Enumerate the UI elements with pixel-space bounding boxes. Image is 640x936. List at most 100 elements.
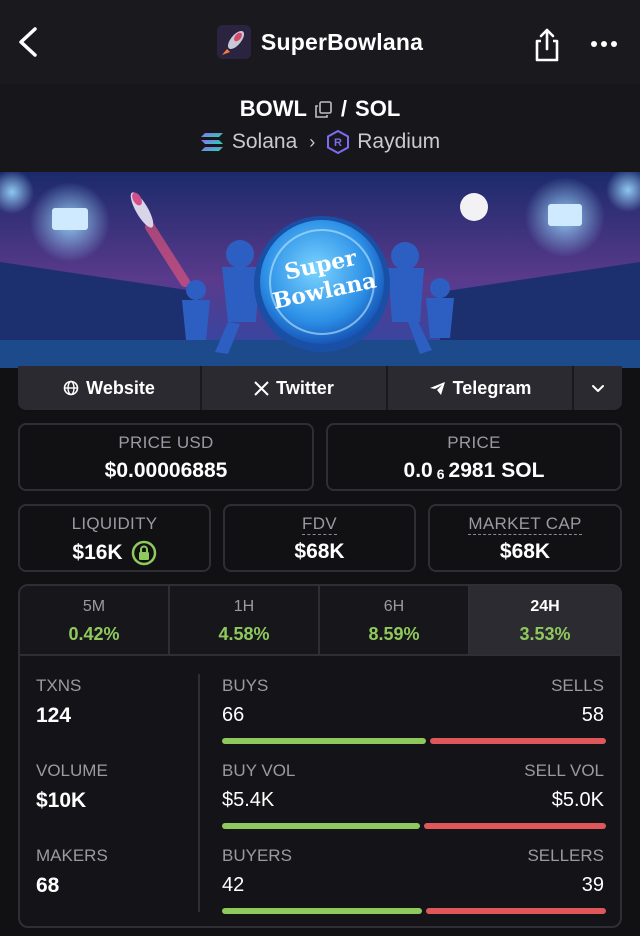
fdv-value: $68K xyxy=(294,540,345,563)
share-icon xyxy=(535,28,559,62)
liquidity-row: $16K xyxy=(20,540,209,566)
volume-row: VOLUME $10K BUY VOL $5.4K SELL VOL $5.0K xyxy=(20,761,620,841)
liquidity-value: $16K xyxy=(72,541,123,564)
chevron-down-icon xyxy=(592,384,604,392)
lock-icon[interactable] xyxy=(131,540,157,566)
sellers-value: 39 xyxy=(581,874,604,896)
tab-change: 4.58% xyxy=(218,624,270,644)
token-title: SuperBowlana xyxy=(216,25,424,59)
buys-value: 66 xyxy=(222,704,245,726)
raydium-icon: R xyxy=(327,130,350,154)
tab-label: 5M xyxy=(82,598,106,615)
chevron-left-icon xyxy=(19,27,37,57)
liquidity-label: LIQUIDITY xyxy=(71,514,158,533)
svg-text:R: R xyxy=(334,137,342,149)
sellers-bar xyxy=(426,908,606,914)
buy-vol-label: BUY VOL xyxy=(222,761,296,780)
fdv-label[interactable]: FDV xyxy=(302,514,337,535)
market-cap-card: MARKET CAP $68K xyxy=(428,504,622,572)
price-usd-value: $0.00006885 xyxy=(104,459,228,482)
dex-link[interactable]: Raydium xyxy=(357,130,440,154)
makers-value: 68 xyxy=(36,874,60,897)
fdv-card: FDV $68K xyxy=(223,504,416,572)
top-nav: SuperBowlana xyxy=(0,0,640,84)
back-button[interactable] xyxy=(8,22,48,62)
share-button[interactable] xyxy=(530,26,564,64)
more-button[interactable] xyxy=(586,32,622,56)
tab-change: 3.53% xyxy=(519,624,571,644)
tab-5m[interactable]: 5M 0.42% xyxy=(20,586,170,654)
telegram-icon xyxy=(429,381,445,395)
fdv-label-wrap: FDV xyxy=(225,514,414,535)
website-label: Website xyxy=(86,377,155,398)
sells-bar xyxy=(430,738,606,744)
base-symbol: BOWL xyxy=(239,96,307,121)
tab-label: 6H xyxy=(383,598,405,615)
telegram-link[interactable]: Telegram xyxy=(388,366,574,410)
quote-symbol: SOL xyxy=(355,96,401,121)
sells-label: SELLS xyxy=(551,676,604,695)
makers-row: MAKERS 68 BUYERS 42 SELLERS 39 xyxy=(20,846,620,926)
globe-icon xyxy=(63,380,79,396)
chain-link[interactable]: Solana xyxy=(232,130,297,154)
tab-6h[interactable]: 6H 8.59% xyxy=(320,586,470,654)
sellers-label: SELLERS xyxy=(527,846,604,865)
liquidity-card: LIQUIDITY $16K xyxy=(18,504,211,572)
more-dots-icon xyxy=(591,41,617,47)
social-links: Website Twitter Telegram xyxy=(18,366,622,410)
txns-value: 124 xyxy=(36,704,72,727)
buys-bar xyxy=(222,738,426,744)
x-logo-icon xyxy=(254,380,269,396)
tab-24h[interactable]: 24H 3.53% xyxy=(470,586,620,654)
market-cap-value: $68K xyxy=(499,540,551,563)
token-name: SuperBowlana xyxy=(260,28,424,55)
tab-1h[interactable]: 1H 4.58% xyxy=(170,586,320,654)
sell-vol-value: $5.0K xyxy=(551,789,604,811)
buys-label: BUYS xyxy=(222,676,269,695)
volume-label: VOLUME xyxy=(36,761,108,780)
buy-vol-value: $5.4K xyxy=(222,789,275,811)
stats-panel: 5M 0.42% 1H 4.58% 6H 8.59% 24H 3.53% TXN… xyxy=(18,584,622,928)
chain-breadcrumb: Solana › R Raydium xyxy=(0,130,640,154)
mcap-label-wrap: MARKET CAP xyxy=(430,514,620,535)
website-link[interactable]: Website xyxy=(18,366,202,410)
txns-row: TXNS 124 BUYS 66 SELLS 58 xyxy=(20,676,620,756)
price-usd-label: PRICE USD xyxy=(118,433,214,452)
volume-value: $10K xyxy=(36,789,87,812)
sell-vol-label: SELL VOL xyxy=(524,761,604,780)
sells-value: 58 xyxy=(581,704,604,726)
token-logo xyxy=(216,25,251,59)
buyers-bar xyxy=(222,908,422,914)
tab-change: 0.42% xyxy=(68,624,120,644)
tab-change: 8.59% xyxy=(368,624,420,644)
price-native-value: 0.0 6 2981 SOL xyxy=(328,459,620,483)
price-native-label: PRICE xyxy=(447,433,501,452)
solana-icon xyxy=(200,133,223,151)
tab-label: 24H xyxy=(530,598,560,615)
copy-icon[interactable] xyxy=(315,100,333,118)
makers-label-wrap: MAKERS xyxy=(36,846,108,866)
chevron-right-icon: › xyxy=(309,131,316,152)
price-native-prefix: 0.0 xyxy=(403,459,433,482)
price-native-zeros: 6 xyxy=(436,466,445,482)
buy-vol-bar xyxy=(222,823,420,829)
makers-label[interactable]: MAKERS xyxy=(36,846,108,865)
pair-symbols: BOWL / SOL xyxy=(0,96,640,122)
pair-header: BOWL / SOL Solana › R Raydium xyxy=(0,84,640,172)
token-banner: Super Bowlana xyxy=(0,172,640,368)
price-usd-card: PRICE USD $0.00006885 xyxy=(18,423,314,491)
price-native-digits: 2981 xyxy=(448,459,496,482)
txns-label: TXNS xyxy=(36,676,82,695)
timeframe-tabs: 5M 0.42% 1H 4.58% 6H 8.59% 24H 3.53% xyxy=(20,586,620,656)
tab-label: 1H xyxy=(233,598,255,615)
twitter-link[interactable]: Twitter xyxy=(202,366,388,410)
sell-vol-bar xyxy=(424,823,606,829)
market-cap-label[interactable]: MARKET CAP xyxy=(468,514,582,535)
buyers-label: BUYERS xyxy=(222,846,292,865)
twitter-label: Twitter xyxy=(276,377,334,398)
telegram-label: Telegram xyxy=(452,377,532,398)
more-links-dropdown[interactable] xyxy=(574,366,622,410)
pair-separator: / xyxy=(340,96,348,121)
price-native-unit: SOL xyxy=(501,459,545,482)
buyers-value: 42 xyxy=(222,874,245,896)
